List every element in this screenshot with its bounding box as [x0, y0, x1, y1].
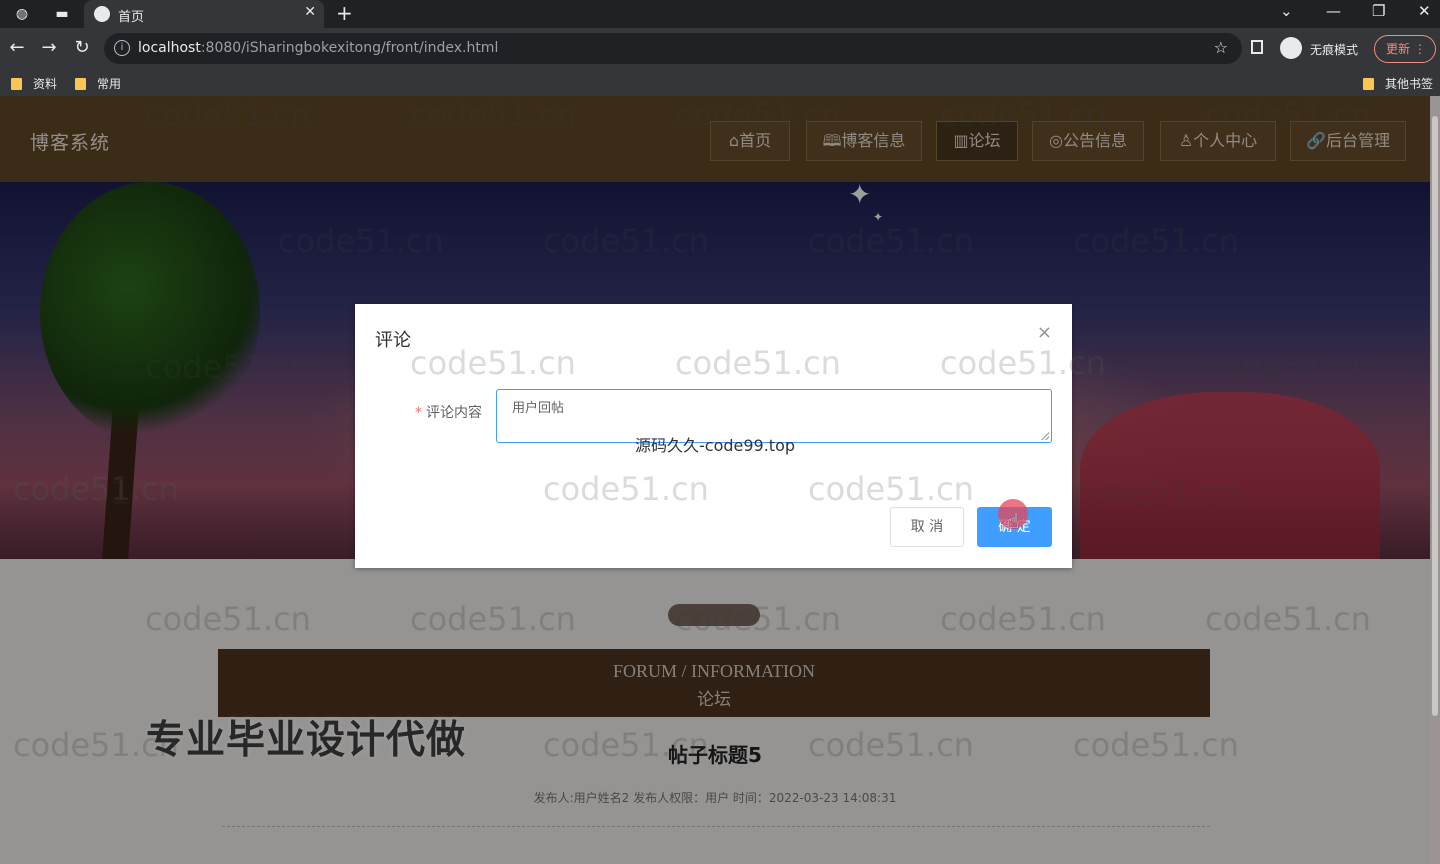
back-icon[interactable]: ← [6, 37, 28, 58]
address-bar[interactable]: i localhost:8080/iSharingbokexitong/fron… [104, 33, 1242, 64]
bookmarks-bar: 资料 常用 其他书签 [0, 70, 1440, 97]
minimize-icon[interactable]: — [1326, 2, 1341, 20]
browser-toolbar: ← → ↻ i localhost:8080/iSharingbokexiton… [0, 28, 1440, 70]
close-tab-icon[interactable]: ✕ [304, 4, 316, 20]
source-watermark: 源码久久-code99.top [635, 436, 796, 455]
url-text: localhost:8080/iSharingbokexitong/front/… [138, 40, 499, 56]
reload-icon[interactable]: ↻ [71, 37, 93, 58]
browser-tab[interactable]: 首页 ✕ [84, 0, 324, 28]
watermark: code51.cn [543, 470, 709, 508]
bookmark-folder-changyong[interactable]: 常用 [75, 75, 121, 92]
watermark: code51.cn [410, 344, 576, 382]
favicon-icon [94, 6, 110, 22]
close-window-icon[interactable]: ✕ [1418, 2, 1431, 20]
bookmark-folder-ziliao[interactable]: 资料 [11, 75, 57, 92]
close-icon[interactable]: × [1037, 322, 1052, 343]
folder-icon [75, 78, 86, 90]
update-button[interactable]: 更新 ⋮ [1374, 35, 1436, 63]
incognito-label: 无痕模式 [1310, 43, 1359, 57]
hand-cursor-icon: ☝ [1007, 509, 1020, 533]
page-scrollbar[interactable] [1430, 96, 1440, 864]
new-tab-icon[interactable]: + [336, 1, 353, 25]
required-mark: * [415, 405, 422, 421]
resize-handle-icon[interactable] [1041, 432, 1049, 440]
forward-icon[interactable]: → [38, 37, 60, 58]
incognito-icon [1280, 37, 1302, 59]
info-icon[interactable]: i [114, 40, 130, 56]
watermark: code51.cn [675, 344, 841, 382]
tab-search-icon[interactable]: ▬ [52, 4, 72, 24]
chevron-down-icon[interactable]: ⌄ [1280, 2, 1293, 20]
restore-icon[interactable]: ❐ [1372, 2, 1385, 20]
bookmark-star-icon[interactable]: ☆ [1214, 38, 1228, 57]
watermark: code51.cn [808, 470, 974, 508]
side-panel-icon[interactable] [1251, 40, 1263, 54]
comment-dialog: 评论 × * 评论内容 用户回帖 源码久久-code99.top code51.c… [13, 304, 1106, 568]
globe-icon[interactable]: ◍ [12, 4, 32, 24]
tab-title: 首页 [118, 10, 145, 25]
other-bookmarks[interactable]: 其他书签 [1363, 75, 1433, 92]
comment-text: 用户回帖 [512, 401, 565, 416]
folder-icon [1363, 78, 1374, 90]
dialog-title: 评论 [375, 330, 411, 351]
scrollbar-thumb[interactable] [1432, 116, 1438, 716]
folder-icon [11, 78, 22, 90]
page-viewport: 博客系统 ⌂首页 🕮博客信息 ▥论坛 ◎公告信息 ♙个人中心 🔗后台管理 ✦ ✦… [0, 96, 1430, 864]
browser-tab-bar: ◍ ▬ 首页 ✕ + ⌄ — ❐ ✕ [0, 0, 1440, 28]
cancel-button[interactable]: 取 消 [890, 507, 964, 547]
comment-content-label: * 评论内容 [415, 405, 482, 421]
